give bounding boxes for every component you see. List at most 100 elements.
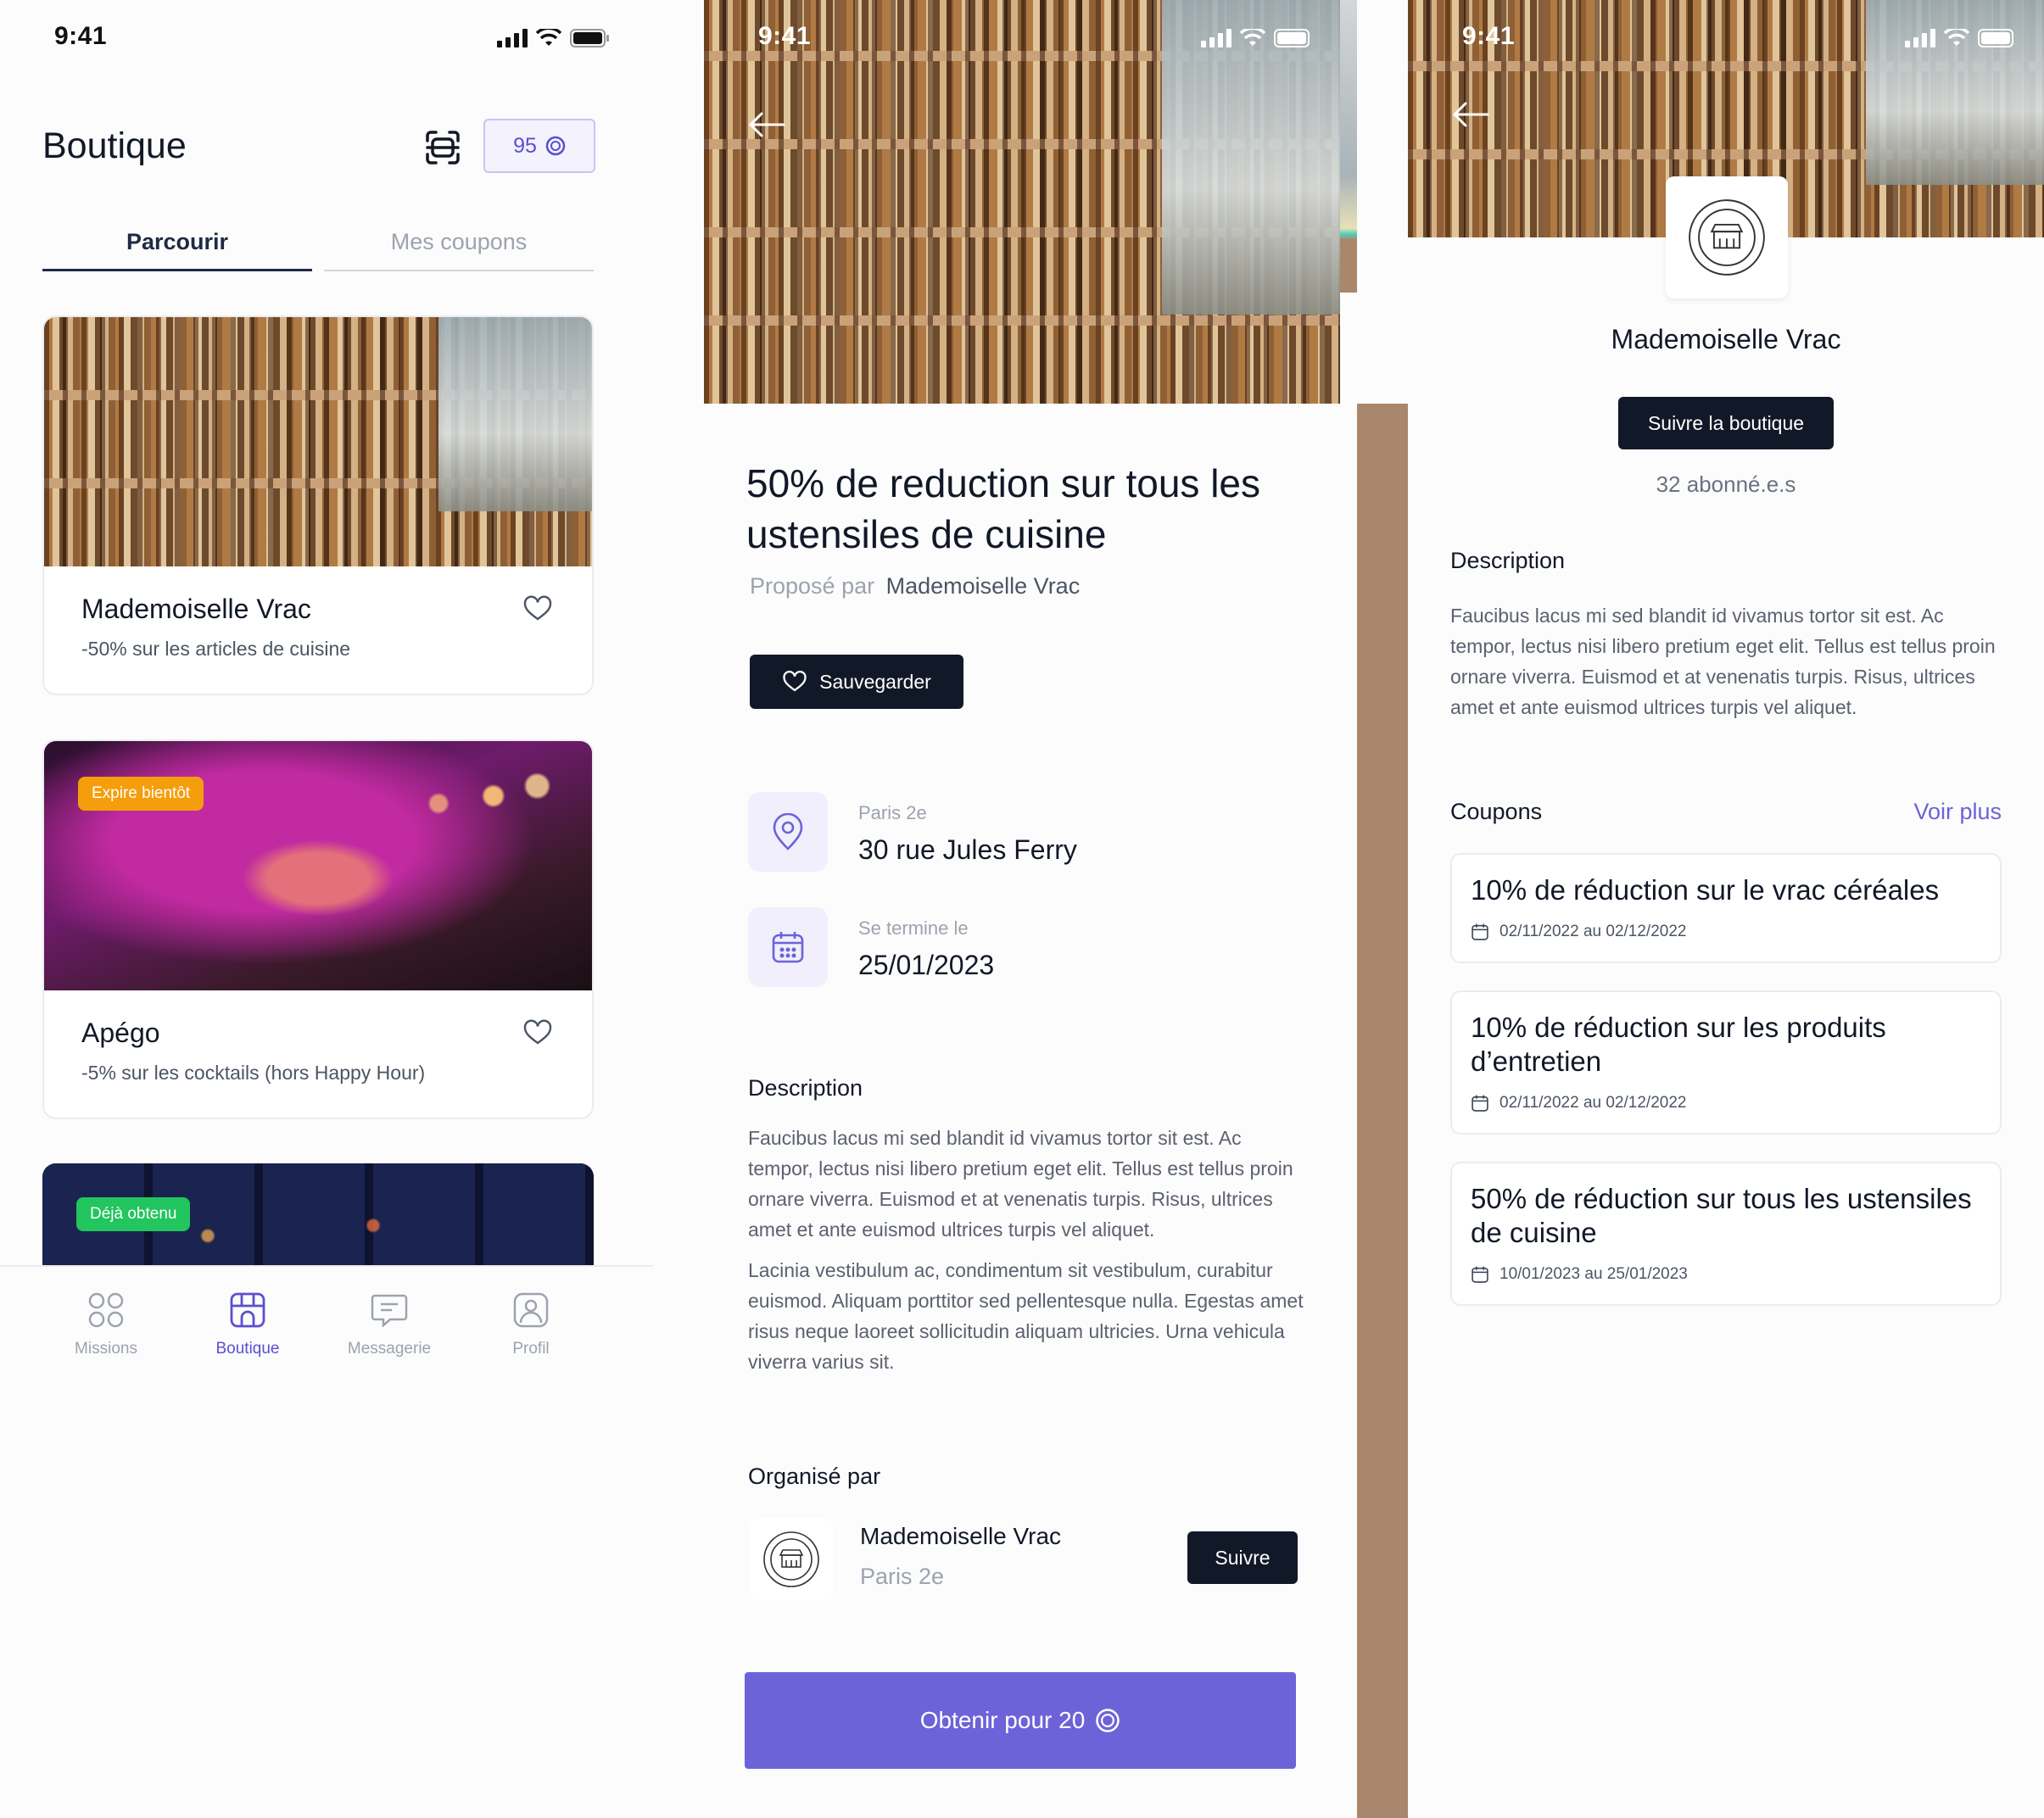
coupon-card[interactable]: 10% de réduction sur le vrac céréales 02… [1450, 853, 2002, 963]
follow-shop-label: Suivre la boutique [1647, 411, 1805, 434]
arrow-left-icon [748, 112, 785, 137]
coupon-card-dates: 02/11/2022 au 02/12/2022 [1471, 1094, 1686, 1113]
organizer-heading: Organisé par [748, 1464, 881, 1489]
shop-card-title: Apégo [81, 1018, 160, 1048]
nav-boutique[interactable]: Boutique [188, 1291, 307, 1358]
proposed-shop-link[interactable]: Mademoiselle Vrac [886, 573, 1081, 599]
coupon-card-date-range: 10/01/2023 au 25/01/2023 [1499, 1265, 1688, 1283]
nav-missions-label: Missions [75, 1340, 137, 1358]
status-icons [1201, 29, 1313, 47]
location-value: 30 rue Jules Ferry [858, 834, 1077, 865]
nav-profil-label: Profil [512, 1340, 550, 1358]
coupon-card[interactable]: 50% de réduction sur tous les ustensiles… [1450, 1162, 2002, 1306]
end-caption: Se termine le [858, 917, 969, 939]
scan-icon [426, 131, 460, 165]
organizer-logo [750, 1518, 833, 1601]
points-balance[interactable]: 95 [483, 119, 595, 173]
favorite-button[interactable] [522, 1018, 553, 1052]
nav-messagerie[interactable]: Messagerie [330, 1291, 449, 1358]
coupon-title-line1: 50% de reduction sur tous les [746, 461, 1261, 505]
shop-card-image [44, 317, 592, 566]
follow-shop-button[interactable]: Suivre la boutique [1618, 397, 1834, 449]
end-value: 25/01/2023 [858, 950, 995, 980]
screen-boutique: 9:41 Boutique 95 Parcourir Mes coupons M… [0, 0, 653, 1818]
coupon-card-dates: 10/01/2023 au 25/01/2023 [1471, 1265, 1688, 1284]
shop-card-third[interactable]: Déjà obtenu [42, 1163, 594, 1267]
obtained-badge: Déjà obtenu [76, 1197, 191, 1231]
back-button[interactable] [748, 112, 785, 142]
follow-button[interactable]: Suivre [1187, 1531, 1298, 1584]
shop-logo-icon [1689, 199, 1765, 276]
expire-badge: Expire bientôt [78, 777, 204, 811]
shop-card-subtitle: -5% sur les cocktails (hors Happy Hour) [81, 1062, 426, 1084]
shop-card-apego[interactable]: Expire bientôt Apégo -5% sur les cocktai… [42, 739, 594, 1119]
shop-logo [1666, 176, 1788, 298]
description-paragraph-1: Faucibus lacus mi sed blandit id vivamus… [748, 1127, 1293, 1241]
proposed-by: Proposé par Mademoiselle Vrac [750, 573, 1080, 599]
scan-button[interactable] [421, 125, 465, 170]
coupon-card-date-range: 02/11/2022 au 02/12/2022 [1499, 1094, 1687, 1112]
battery-icon [570, 29, 609, 47]
heart-icon [523, 595, 552, 621]
wifi-icon [1240, 29, 1265, 46]
favorite-button[interactable] [522, 594, 553, 628]
coin-icon [1096, 1709, 1120, 1732]
coupon-card-title: 50% de réduction sur tous les ustensiles… [1471, 1183, 1972, 1248]
hero-image [704, 0, 1340, 404]
date-icon-box [748, 907, 828, 987]
shop-card-mademoiselle-vrac[interactable]: Mademoiselle Vrac -50% sur les articles … [42, 315, 594, 695]
shop-card-title: Mademoiselle Vrac [81, 594, 311, 624]
calendar-icon [772, 932, 804, 963]
signal-icon [497, 29, 528, 47]
save-button[interactable]: Sauvegarder [750, 655, 963, 709]
status-time: 9:41 [758, 22, 812, 50]
tab-mes-coupons[interactable]: Mes coupons [324, 229, 594, 271]
nav-missions[interactable]: Missions [47, 1291, 165, 1358]
grid-icon [88, 1292, 124, 1328]
screen-gutter [1357, 404, 1408, 1818]
points-value: 95 [513, 133, 537, 158]
description-heading: Description [1450, 548, 1566, 573]
organizer-city: Paris 2e [860, 1564, 945, 1589]
tab-parcourir[interactable]: Parcourir [42, 229, 312, 271]
coupon-card-date-range: 02/11/2022 au 02/12/2022 [1499, 923, 1687, 940]
nav-messagerie-label: Messagerie [347, 1340, 432, 1358]
heart-icon [783, 671, 807, 692]
description-heading: Description [748, 1075, 863, 1101]
coupon-card[interactable]: 10% de réduction sur les produits d’entr… [1450, 990, 2002, 1135]
battery-icon [1978, 29, 2013, 47]
wifi-icon [536, 29, 561, 46]
see-more-link[interactable]: Voir plus [1913, 799, 2002, 825]
followers-count: 32 abonné.e.s [1656, 471, 1796, 497]
nav-boutique-label: Boutique [215, 1340, 280, 1358]
nav-profil[interactable]: Profil [472, 1291, 590, 1358]
organizer-name: Mademoiselle Vrac [860, 1523, 1062, 1549]
battery-icon [1274, 29, 1310, 47]
coupon-card-title: 10% de réduction sur le vrac céréales [1471, 874, 1940, 906]
hero-edge [1340, 0, 1357, 293]
back-button[interactable] [1452, 102, 1489, 131]
follow-button-label: Suivre [1215, 1546, 1271, 1569]
coupon-title: 50% de reduction sur tous les ustensiles… [746, 458, 1323, 560]
arrow-left-icon [1452, 102, 1489, 127]
coupon-card-title: 10% de réduction sur les produits d’entr… [1471, 1012, 1886, 1077]
save-button-label: Sauvegarder [819, 670, 931, 693]
obtain-button[interactable]: Obtenir pour 20 [745, 1672, 1296, 1769]
shop-logo-icon [763, 1531, 819, 1587]
calendar-icon [1472, 1266, 1488, 1283]
pin-icon [773, 813, 803, 850]
bottom-nav: Missions Boutique Messagerie Profil [0, 1265, 653, 1818]
tab-mes-coupons-label: Mes coupons [390, 229, 528, 254]
coupon-card-dates: 02/11/2022 au 02/12/2022 [1471, 923, 1686, 941]
obtain-button-label: Obtenir pour 20 [919, 1707, 1086, 1733]
location-caption: Paris 2e [858, 802, 927, 823]
calendar-icon [1472, 923, 1488, 940]
proposed-prefix: Proposé par [750, 573, 875, 599]
coin-icon [545, 136, 566, 156]
coupons-heading: Coupons [1450, 799, 1543, 824]
signal-icon [1201, 29, 1231, 47]
shop-name: Mademoiselle Vrac [1611, 324, 1841, 354]
screen-coupon-detail: 9:41 50% de reduction sur tous les usten… [704, 0, 1357, 1818]
location-icon-box [748, 792, 828, 872]
page-title: Boutique [42, 125, 187, 166]
